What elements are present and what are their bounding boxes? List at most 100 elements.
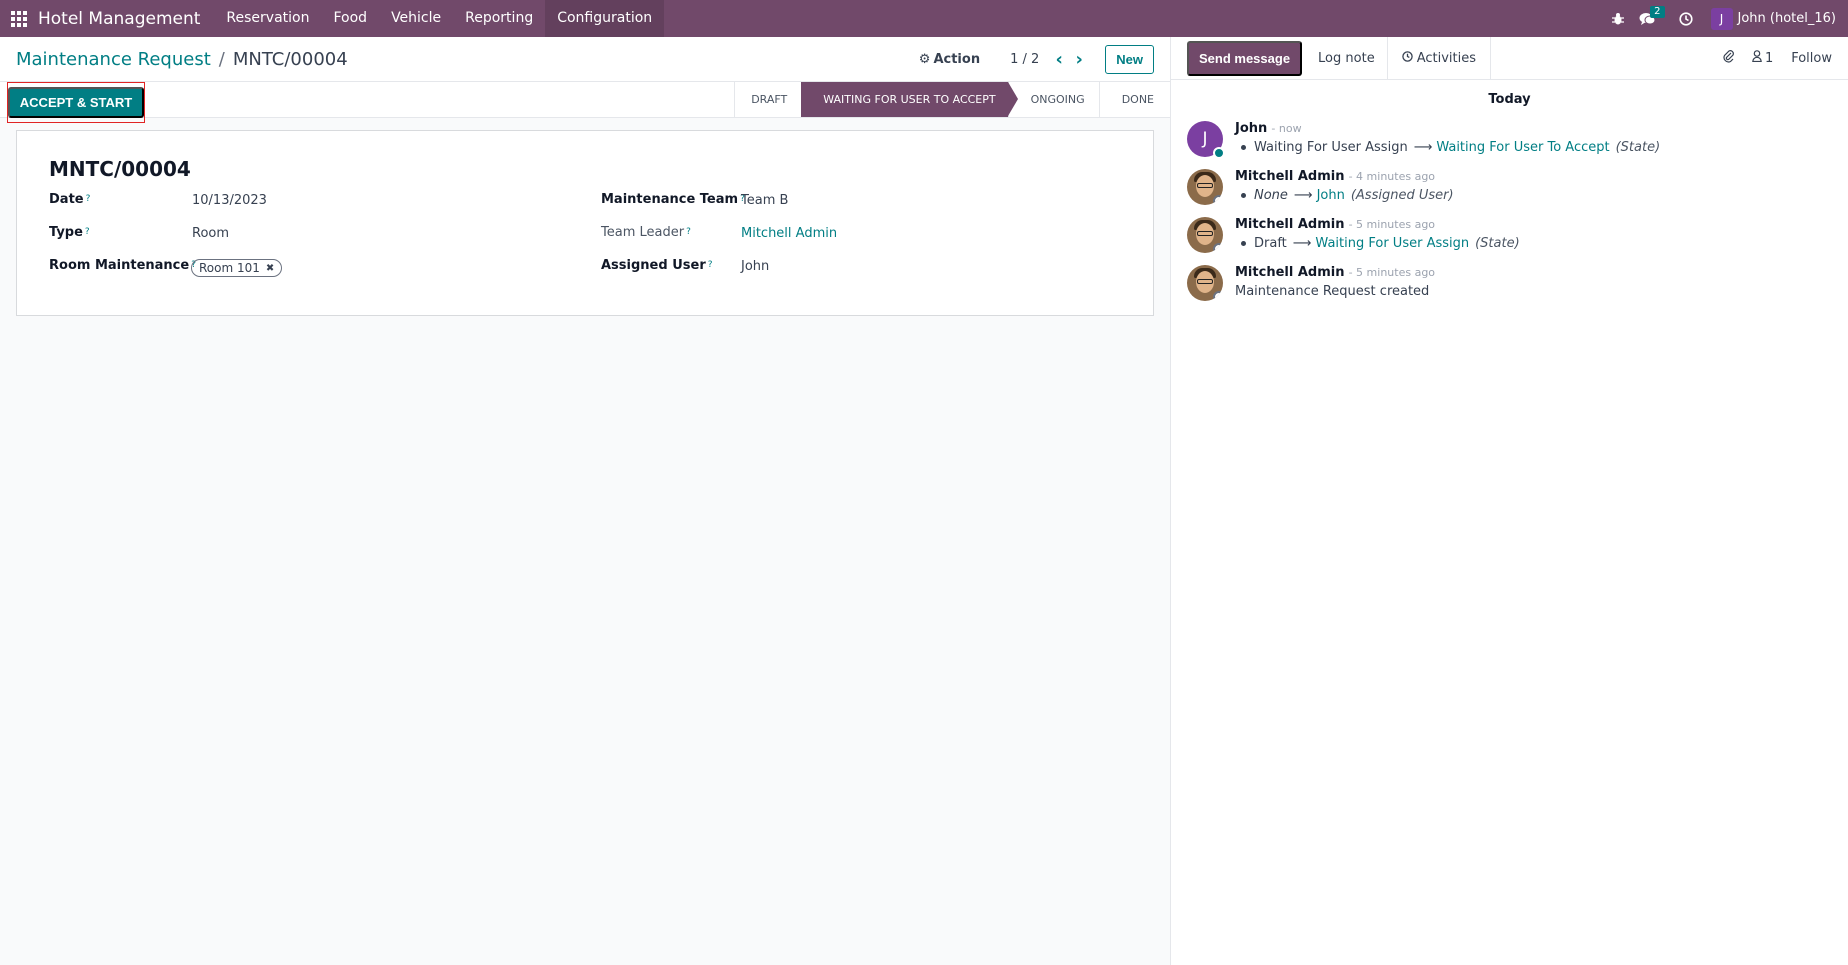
action-label: Action <box>933 51 981 67</box>
statusbar: ACCEPT & START DRAFT WAITING FOR USER TO… <box>0 82 1170 123</box>
record-title: MNTC/00004 <box>49 157 191 181</box>
presence-offline-icon <box>1213 291 1223 301</box>
follow-button[interactable]: Follow <box>1791 51 1832 66</box>
message-author[interactable]: John <box>1235 121 1267 136</box>
activities-button[interactable]: Activities <box>1388 36 1491 80</box>
apps-menu-icon[interactable] <box>0 0 38 37</box>
author-avatar[interactable] <box>1187 169 1223 205</box>
assigned-user-value[interactable]: John <box>741 259 769 274</box>
breadcrumb-current: MNTC/00004 <box>232 48 348 70</box>
menu-reporting[interactable]: Reporting <box>453 0 545 37</box>
debug-bug-icon[interactable] <box>1603 0 1633 37</box>
message-header: John - now <box>1235 121 1832 136</box>
assigned-user-label-wrap: Assigned User? <box>601 255 713 275</box>
tracking-line: Draft ⟶ Waiting For User Assign (State) <box>1235 236 1832 251</box>
tracked-field-name: (Assigned User) <box>1350 188 1454 203</box>
breadcrumb-maintenance-request[interactable]: Maintenance Request <box>16 49 211 70</box>
activities-label: Activities <box>1416 50 1476 66</box>
messages-icon[interactable]: 2 <box>1633 0 1665 37</box>
type-label: Type <box>49 224 83 240</box>
message-time: - 5 minutes ago <box>1348 218 1436 231</box>
bullet-icon <box>1241 193 1246 198</box>
user-name: John (hotel_16) <box>1737 11 1836 26</box>
author-avatar[interactable] <box>1187 265 1223 301</box>
help-icon[interactable]: ? <box>686 227 691 237</box>
message-time: - 5 minutes ago <box>1348 266 1436 279</box>
message-author[interactable]: Mitchell Admin <box>1235 217 1344 232</box>
message-item: Mitchell Admin - 5 minutes ago Maintenan… <box>1171 259 1848 307</box>
user-menu[interactable]: J John (hotel_16) <box>1710 7 1836 30</box>
menu-vehicle[interactable]: Vehicle <box>379 0 453 37</box>
pager-value[interactable]: 1 / 2 <box>1010 52 1039 67</box>
control-panel-right: ⚙ Action 1 / 2 ‹ › New <box>919 44 1154 74</box>
arrow-right-icon: ⟶ <box>1293 188 1313 203</box>
accept-start-highlight: ACCEPT & START <box>7 82 145 123</box>
accept-start-button[interactable]: ACCEPT & START <box>7 87 145 118</box>
new-button[interactable]: New <box>1105 44 1154 74</box>
old-value: None <box>1254 188 1288 203</box>
remove-tag-icon[interactable]: ✖ <box>266 263 274 274</box>
date-value[interactable]: 10/13/2023 <box>192 193 267 208</box>
bullet-icon <box>1241 241 1246 246</box>
pager-previous-icon[interactable]: ‹ <box>1049 49 1069 70</box>
user-avatar: J <box>1710 7 1733 30</box>
messages-badge: 2 <box>1650 6 1665 18</box>
stage-waiting-for-user-to-accept[interactable]: WAITING FOR USER TO ACCEPT <box>801 82 1019 117</box>
message-body: John - now Waiting For User Assign ⟶ Wai… <box>1235 121 1832 157</box>
paperclip-icon[interactable] <box>1722 49 1734 67</box>
team-leader-label-wrap: Team Leader? <box>601 222 691 242</box>
author-avatar[interactable]: J <box>1187 121 1225 159</box>
tracked-field-name: (State) <box>1475 236 1520 251</box>
menu-configuration[interactable]: Configuration <box>545 0 665 37</box>
menu-reservation[interactable]: Reservation <box>214 0 321 37</box>
presence-offline-icon <box>1213 243 1223 253</box>
stage-done[interactable]: DONE <box>1098 82 1170 117</box>
type-value[interactable]: Room <box>192 226 229 241</box>
message-author[interactable]: Mitchell Admin <box>1235 265 1344 280</box>
maintenance-team-label: Maintenance Team <box>601 191 739 207</box>
message-author[interactable]: Mitchell Admin <box>1235 169 1344 184</box>
team-leader-value[interactable]: Mitchell Admin <box>741 226 837 241</box>
help-icon[interactable]: ? <box>708 260 713 270</box>
stage-draft[interactable]: DRAFT <box>734 82 801 117</box>
followers-button[interactable]: 1 <box>1752 50 1773 66</box>
log-note-button[interactable]: Log note <box>1306 36 1388 80</box>
tracking-line: None ⟶ John (Assigned User) <box>1235 188 1832 203</box>
chatter: Send message Log note Activities 1 Follo… <box>1170 36 1848 965</box>
new-value: Waiting For User To Accept <box>1436 140 1610 155</box>
menu-food[interactable]: Food <box>321 0 379 37</box>
arrow-right-icon: ⟶ <box>1292 236 1312 251</box>
action-button[interactable]: ⚙ Action <box>919 52 980 67</box>
maintenance-team-value[interactable]: Team B <box>741 193 788 208</box>
message-body: Mitchell Admin - 5 minutes ago Maintenan… <box>1235 265 1832 301</box>
app-brand[interactable]: Hotel Management <box>38 9 200 29</box>
message-item: Mitchell Admin - 4 minutes ago None ⟶ Jo… <box>1171 163 1848 211</box>
author-avatar[interactable] <box>1187 217 1223 253</box>
help-icon[interactable]: ? <box>85 227 90 237</box>
arrow-right-icon: ⟶ <box>1413 140 1433 155</box>
gear-icon: ⚙ <box>918 51 931 67</box>
help-icon[interactable]: ? <box>86 194 91 204</box>
message-header: Mitchell Admin - 5 minutes ago <box>1235 217 1832 232</box>
breadcrumb: Maintenance Request / MNTC/00004 <box>16 49 348 70</box>
room-tag: Room 101 ✖ <box>191 259 283 277</box>
user-icon <box>1752 50 1762 66</box>
clock-icon <box>1401 37 1413 80</box>
stage-ongoing[interactable]: ONGOING <box>1007 82 1099 117</box>
new-value: Waiting For User Assign <box>1315 236 1470 251</box>
message-item: Mitchell Admin - 5 minutes ago Draft ⟶ W… <box>1171 211 1848 259</box>
tracked-field-name: (State) <box>1615 140 1661 155</box>
pager-next-icon[interactable]: › <box>1069 49 1089 70</box>
systray: 2 J John (hotel_16) <box>1603 0 1848 37</box>
room-tag-label: Room 101 <box>199 261 260 275</box>
control-panel: Maintenance Request / MNTC/00004 ⚙ Actio… <box>0 37 1170 82</box>
bullet-icon <box>1241 145 1246 150</box>
message-header: Mitchell Admin - 5 minutes ago <box>1235 265 1832 280</box>
message-time: - 4 minutes ago <box>1348 170 1436 183</box>
send-message-button[interactable]: Send message <box>1187 40 1303 76</box>
chatter-actions: 1 Follow <box>1704 49 1832 67</box>
message-body: Mitchell Admin - 4 minutes ago None ⟶ Jo… <box>1235 169 1832 205</box>
activity-clock-icon[interactable] <box>1671 0 1701 37</box>
message-text: Maintenance Request created <box>1235 284 1430 299</box>
avatar-initial: J <box>1202 129 1208 149</box>
